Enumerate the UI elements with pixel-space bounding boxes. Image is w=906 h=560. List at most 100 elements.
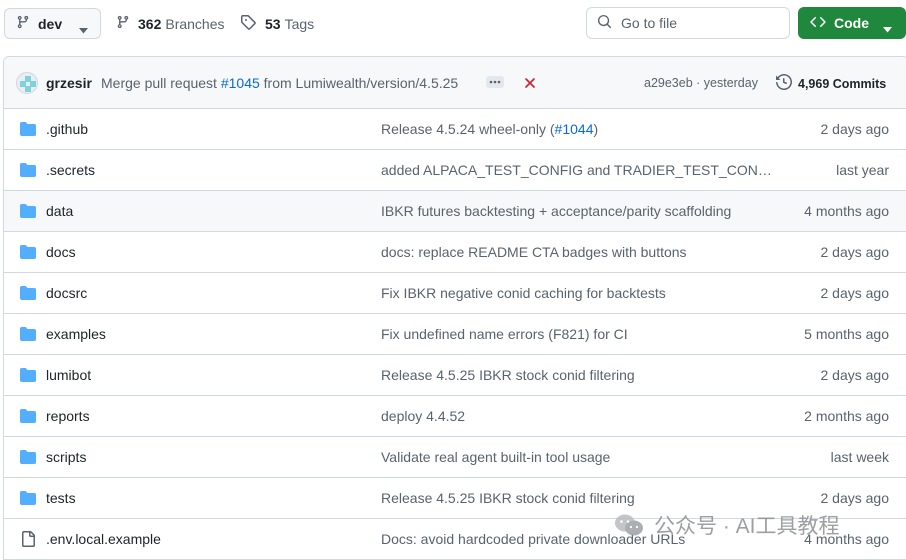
- file-commit-message[interactable]: docs: replace README CTA badges with but…: [381, 244, 687, 260]
- folder-icon: [20, 121, 36, 140]
- commit-message-suffix: ): [593, 121, 599, 137]
- repo-file-table: grzesir Merge pull request #1045 from Lu…: [3, 56, 906, 560]
- file-commit-date: 2 days ago: [820, 285, 890, 301]
- file-commit-message[interactable]: deploy 4.4.52: [381, 408, 465, 424]
- commit-message-prefix: Fix undefined name errors (F821) for CI: [381, 326, 628, 342]
- file-commit-message[interactable]: Fix undefined name errors (F821) for CI: [381, 326, 628, 342]
- branch-name: dev: [38, 15, 63, 32]
- folder-icon: [20, 367, 36, 386]
- file-commit-date: 2 days ago: [820, 367, 890, 383]
- file-row[interactable]: .github Release 4.5.24 wheel-only (#1044)…: [4, 109, 906, 150]
- avatar[interactable]: [16, 72, 38, 94]
- commit-author[interactable]: grzesir: [46, 75, 92, 91]
- commit-message-prefix: Release 4.5.25 IBKR stock conid filterin…: [381, 490, 635, 506]
- file-commit-date: 2 days ago: [820, 490, 890, 506]
- file-commit-date: 2 months ago: [804, 408, 889, 424]
- folder-icon: [20, 326, 36, 345]
- file-commit-date: last year: [836, 162, 889, 178]
- file-name-link[interactable]: .github: [46, 121, 88, 137]
- commits-history-link[interactable]: 4,969 Commits: [776, 73, 887, 93]
- commit-message-prefix: added ALPACA_TEST_CONFIG and TRADIER_TES…: [381, 162, 773, 178]
- folder-icon: [20, 449, 36, 468]
- history-icon: [776, 73, 793, 93]
- file-commit-message[interactable]: Release 4.5.25 IBKR stock conid filterin…: [381, 367, 635, 383]
- folder-icon: [20, 490, 36, 509]
- code-icon: [810, 14, 826, 33]
- tags-link[interactable]: 53 Tags: [240, 14, 314, 33]
- tag-icon: [240, 14, 256, 33]
- branches-count: 362: [138, 15, 162, 32]
- commit-message-suffix: from Lumiwealth/version/4.5.25: [259, 75, 459, 91]
- folder-icon: [20, 408, 36, 427]
- branches-link[interactable]: 362 Branches: [116, 14, 225, 33]
- file-row[interactable]: data IBKR futures backtesting + acceptanc…: [4, 191, 906, 232]
- folder-icon: [20, 285, 36, 304]
- chevron-down-icon: [883, 20, 892, 36]
- commits-count: 4,969 Commits: [798, 76, 887, 91]
- wechat-logo-icon: [614, 513, 644, 537]
- code-button[interactable]: Code: [798, 7, 906, 39]
- branches-label: Branches: [165, 15, 225, 32]
- file-row[interactable]: lumibot Release 4.5.25 IBKR stock conid f…: [4, 355, 906, 396]
- commit-message-prefix: deploy 4.4.52: [381, 408, 466, 424]
- code-button-label: Code: [834, 15, 869, 31]
- git-branch-icon: [16, 14, 30, 33]
- file-row[interactable]: reports deploy 4.4.52 2 months ago: [4, 396, 906, 437]
- file-name-link[interactable]: data: [46, 203, 73, 219]
- go-to-file-input[interactable]: Go to file: [586, 7, 790, 39]
- search-icon: [597, 14, 612, 32]
- file-commit-message[interactable]: Release 4.5.24 wheel-only (#1044): [381, 121, 598, 137]
- commit-message-prefix: Merge pull request: [101, 75, 221, 91]
- file-commit-message[interactable]: Validate real agent built-in tool usage: [381, 449, 610, 465]
- tags-label: Tags: [284, 15, 315, 32]
- expand-commit-button[interactable]: [486, 76, 504, 88]
- commit-message-prefix: Release 4.5.25 IBKR stock conid filterin…: [381, 367, 635, 383]
- file-commit-date: 2 days ago: [820, 244, 890, 260]
- latest-commit-bar: grzesir Merge pull request #1045 from Lu…: [4, 57, 906, 109]
- commit-message-prefix: docs: replace README CTA badges with but…: [381, 244, 687, 260]
- tags-count: 53: [265, 15, 281, 32]
- file-commit-date: last week: [830, 449, 889, 465]
- file-commit-message[interactable]: Release 4.5.25 IBKR stock conid filterin…: [381, 490, 635, 506]
- commit-message[interactable]: Merge pull request #1045 from Lumiwealth…: [101, 75, 458, 91]
- git-branch-icon: [116, 14, 130, 33]
- file-list: .github Release 4.5.24 wheel-only (#1044)…: [4, 109, 906, 560]
- file-name-link[interactable]: reports: [46, 408, 90, 424]
- failed-status-x-icon[interactable]: [524, 76, 536, 92]
- file-row[interactable]: docsrc Fix IBKR negative conid caching fo…: [4, 273, 906, 314]
- file-name-link[interactable]: tests: [46, 490, 76, 506]
- file-name-link[interactable]: lumibot: [46, 367, 91, 383]
- folder-icon: [20, 244, 36, 263]
- file-commit-message[interactable]: IBKR futures backtesting + acceptance/pa…: [381, 203, 731, 219]
- file-icon: [20, 531, 36, 550]
- file-name-link[interactable]: examples: [46, 326, 106, 342]
- chevron-down-icon: [79, 21, 88, 37]
- commit-sha-time[interactable]: a29e3eb · yesterday: [644, 76, 758, 90]
- file-row[interactable]: .secrets added ALPACA_TEST_CONFIG and TRA…: [4, 150, 906, 191]
- file-row[interactable]: scripts Validate real agent built-in tool…: [4, 437, 906, 478]
- file-commit-date: 4 months ago: [804, 203, 889, 219]
- file-commit-message[interactable]: added ALPACA_TEST_CONFIG and TRADIER_TES…: [381, 162, 773, 178]
- branch-selector-button[interactable]: dev: [4, 8, 101, 39]
- file-commit-date: 5 months ago: [804, 326, 889, 342]
- commit-pr-link[interactable]: #1044: [555, 121, 594, 137]
- commit-message-prefix: Validate real agent built-in tool usage: [381, 449, 611, 465]
- commit-pr-link[interactable]: #1045: [221, 75, 260, 91]
- file-name-link[interactable]: scripts: [46, 449, 86, 465]
- watermark: 公众号 · AI工具教程: [614, 510, 840, 540]
- go-to-file-placeholder: Go to file: [621, 15, 678, 31]
- file-row[interactable]: docs docs: replace README CTA badges with…: [4, 232, 906, 273]
- repo-toolbar: dev 362 Branches 53 Tags Go to file Code: [0, 0, 906, 48]
- file-name-link[interactable]: .secrets: [46, 162, 95, 178]
- commit-message-prefix: IBKR futures backtesting + acceptance/pa…: [381, 203, 732, 219]
- file-name-link[interactable]: .env.local.example: [46, 531, 161, 547]
- commit-message-prefix: Release 4.5.24 wheel-only (: [381, 121, 555, 137]
- file-name-link[interactable]: docs: [46, 244, 76, 260]
- folder-icon: [20, 162, 36, 181]
- folder-icon: [20, 203, 36, 222]
- watermark-text: 公众号 · AI工具教程: [654, 515, 840, 538]
- file-commit-date: 2 days ago: [820, 121, 890, 137]
- file-commit-message[interactable]: Fix IBKR negative conid caching for back…: [381, 285, 666, 301]
- file-name-link[interactable]: docsrc: [46, 285, 87, 301]
- file-row[interactable]: examples Fix undefined name errors (F821)…: [4, 314, 906, 355]
